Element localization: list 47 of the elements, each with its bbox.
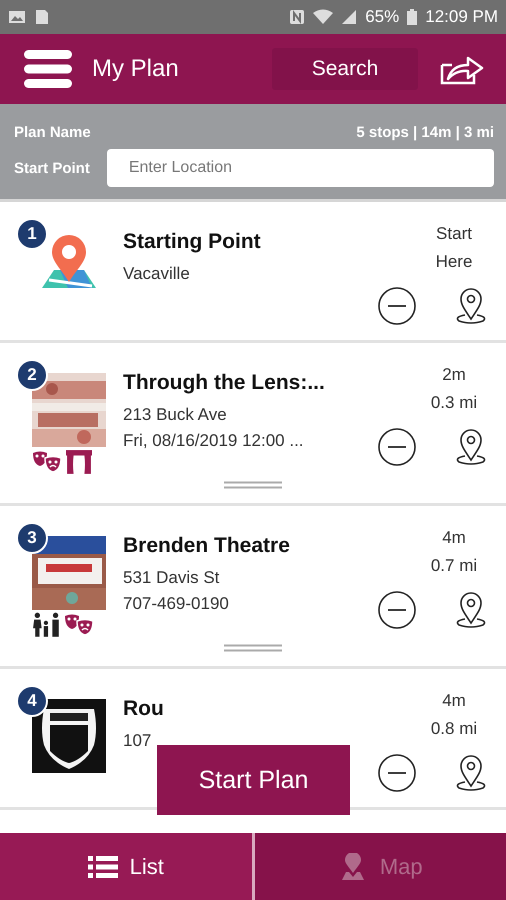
drag-handle-icon[interactable] [224, 644, 282, 652]
battery-icon [407, 9, 418, 25]
remove-icon[interactable] [377, 427, 417, 467]
start-plan-button[interactable]: Start Plan [157, 745, 350, 815]
nfc-icon [289, 9, 306, 25]
stop-title[interactable]: Brenden Theatre [123, 534, 376, 558]
search-button[interactable]: Search [272, 48, 418, 90]
remove-icon[interactable] [377, 590, 417, 630]
drag-handle-icon[interactable] [224, 481, 282, 489]
stop-number: 2 [16, 359, 48, 391]
stop-title[interactable]: Starting Point [123, 230, 376, 254]
wifi-icon [313, 9, 334, 25]
stop-travel-info: Here [436, 251, 472, 273]
start-point-label: Start Point [14, 160, 90, 176]
signal-icon [341, 9, 358, 25]
image-icon [8, 9, 26, 25]
stop-travel-info: 4m [442, 527, 466, 549]
stop-detail: Vacaville [123, 264, 191, 284]
stop-travel-info: 2m [442, 364, 466, 386]
family-icon [32, 612, 62, 638]
list-tab[interactable]: List [0, 833, 252, 900]
location-field[interactable]: Enter Location [106, 149, 494, 187]
menu-icon[interactable] [24, 50, 72, 88]
stop-detail: 107 [123, 731, 152, 751]
stop-number: 1 [16, 218, 48, 250]
plan-summary: 5 stops | 14m | 3 mi [356, 124, 494, 141]
battery-percent: 65% [365, 7, 400, 27]
plan-name-label: Plan Name [14, 124, 91, 141]
stop-number: 4 [16, 685, 48, 717]
remove-icon[interactable] [377, 286, 417, 326]
page-title: My Plan [92, 55, 180, 83]
clock: 12:09 PM [425, 7, 498, 27]
stop-detail: 531 Davis St [123, 568, 220, 588]
remove-icon[interactable] [377, 753, 417, 793]
stop-travel-info: 0.3 mi [430, 392, 478, 414]
stop-title[interactable]: Through the Lens:... [123, 371, 376, 395]
stop-number: 3 [16, 522, 48, 554]
stop-travel-info: 4m [442, 690, 466, 712]
stop-travel-info: 0.7 mi [430, 555, 478, 577]
stop-detail: Fri, 08/16/2019 12:00 ... [123, 431, 305, 451]
stop-title[interactable]: Rou [123, 697, 376, 721]
stop-travel-info: 0.8 mi [430, 718, 478, 740]
stop-travel-info: Start [436, 223, 472, 245]
document-icon [34, 9, 50, 25]
stop-detail: 707-469-0190 [123, 594, 230, 614]
stop-detail: 213 Buck Ave [123, 405, 228, 425]
stage-curtain-icon [64, 449, 94, 475]
